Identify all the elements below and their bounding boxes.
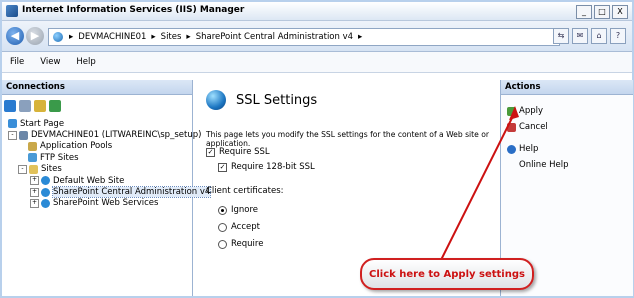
window-title: Internet Information Services (IIS) Mana… [22, 5, 245, 15]
tree-item-sites[interactable]: - Sites [8, 164, 210, 175]
checkbox-label: Require SSL [219, 147, 270, 157]
radio-ignore[interactable]: Ignore [218, 205, 258, 215]
radio-require[interactable]: Require [218, 239, 263, 249]
network-icon[interactable]: ⇆ [553, 28, 569, 44]
client-certificates-label: Client certificates: [206, 186, 284, 196]
tree-label: Default Web Site [53, 175, 125, 186]
collapse-icon[interactable]: - [8, 130, 17, 140]
forward-button[interactable]: ▶ [26, 27, 44, 45]
collapse-icon[interactable]: - [18, 164, 27, 174]
connections-header: Connections [2, 80, 192, 95]
connections-tree: Start Page - DEVMACHINE01 (LITWAREINC\sp… [8, 118, 212, 209]
expand-icon[interactable]: + [30, 176, 39, 186]
back-button[interactable]: ◀ [6, 27, 24, 45]
website-globe-icon [41, 176, 50, 186]
minimize-button[interactable]: _ [576, 5, 592, 19]
title-bar: Internet Information Services (IIS) Mana… [2, 2, 632, 21]
checkbox-checked-icon: ✓ [218, 162, 227, 172]
radio-label: Ignore [231, 205, 259, 215]
ftp-sites-icon [28, 153, 37, 163]
website-globe-icon [41, 187, 50, 197]
breadcrumb-separator: ▸ [151, 32, 156, 42]
breadcrumb-item-sites[interactable]: Sites [158, 32, 185, 42]
breadcrumb[interactable]: ▸ DEVMACHINE01 ▸ Sites ▸ SharePoint Cent… [48, 28, 560, 46]
maximize-button[interactable]: □ [594, 5, 610, 19]
menu-help[interactable]: Help [68, 57, 103, 67]
radio-selected-icon [218, 205, 227, 215]
breadcrumb-item-server[interactable]: DEVMACHINE01 [75, 32, 149, 42]
refresh-icon[interactable] [49, 100, 61, 112]
iis-manager-window: Internet Information Services (IIS) Mana… [0, 0, 634, 298]
radio-label: Accept [231, 222, 260, 232]
mail-icon[interactable]: ✉ [572, 28, 588, 44]
cancel-icon [507, 122, 516, 132]
page-title: SSL Settings [236, 93, 318, 108]
sites-folder-icon [29, 164, 38, 174]
globe-icon [53, 32, 63, 42]
tree-label: Start Page [20, 118, 65, 129]
checkbox-checked-icon: ✓ [206, 147, 215, 157]
breadcrumb-separator: ▸ [358, 32, 363, 42]
expand-icon[interactable]: + [30, 198, 39, 208]
iis-app-icon [6, 5, 18, 17]
apply-icon [507, 106, 516, 116]
tree-item-app-pools[interactable]: Application Pools [8, 141, 210, 152]
connect-icon[interactable] [4, 100, 16, 112]
breadcrumb-item-site[interactable]: SharePoint Central Administration v4 [193, 32, 356, 42]
start-page-icon [8, 119, 17, 129]
help-icon [507, 144, 516, 154]
radio-unselected-icon [218, 222, 227, 232]
action-label: Help [519, 144, 539, 154]
require-128bit-checkbox[interactable]: ✓ Require 128-bit SSL [218, 162, 315, 172]
tree-label: Application Pools [40, 141, 113, 152]
cancel-action[interactable]: Cancel [507, 122, 548, 132]
radio-label: Require [231, 239, 264, 249]
connections-pane: Connections Start Page - DEVMACHINE01 (L… [2, 80, 212, 296]
tree-item-start-page[interactable]: Start Page [8, 118, 210, 129]
callout-bubble: Click here to Apply settings [360, 258, 534, 290]
tree-label: SharePoint Central Administration v4 [51, 186, 212, 199]
page-description: This page lets you modify the SSL settin… [206, 130, 489, 148]
tree-label: SharePoint Web Services [53, 198, 159, 209]
require-ssl-checkbox[interactable]: ✓ Require SSL [206, 147, 270, 157]
help-action[interactable]: Help [507, 144, 538, 154]
tree-item-sharepoint-central-admin[interactable]: + SharePoint Central Administration v4 [8, 186, 212, 199]
tree-item-default-web-site[interactable]: + Default Web Site [8, 175, 210, 186]
breadcrumb-separator: ▸ [186, 32, 191, 42]
actions-header: Actions [501, 80, 633, 95]
close-button[interactable]: X [612, 5, 628, 19]
checkbox-label: Require 128-bit SSL [231, 162, 315, 172]
breadcrumb-separator: ▸ [69, 32, 74, 42]
server-icon [19, 130, 28, 140]
menu-bar: File View Help [2, 52, 632, 73]
help-icon[interactable]: ? [610, 28, 626, 44]
online-help-action[interactable]: Online Help [519, 160, 569, 170]
tree-item-ftp-sites[interactable]: FTP Sites [8, 152, 210, 163]
tree-item-server[interactable]: - DEVMACHINE01 (LITWAREINC\sp_setup) [8, 129, 210, 140]
app-pools-icon [28, 141, 37, 151]
radio-unselected-icon [218, 239, 227, 249]
up-level-icon[interactable] [34, 100, 46, 112]
website-globe-icon [41, 198, 50, 208]
action-label: Cancel [519, 122, 548, 132]
apply-action[interactable]: Apply [507, 106, 543, 116]
menu-file[interactable]: File [2, 57, 32, 67]
home-icon[interactable]: ⌂ [591, 28, 607, 44]
address-bar: ◀ ▶ ▸ DEVMACHINE01 ▸ Sites ▸ SharePoint … [2, 21, 632, 52]
save-icon[interactable] [19, 100, 31, 112]
menu-view[interactable]: View [32, 57, 68, 67]
ssl-globe-icon [206, 90, 226, 110]
tree-item-sharepoint-web-services[interactable]: + SharePoint Web Services [8, 198, 210, 209]
expand-icon[interactable]: + [30, 187, 39, 197]
action-label: Apply [519, 106, 543, 116]
tree-label: Sites [41, 164, 62, 175]
radio-accept[interactable]: Accept [218, 222, 260, 232]
tree-label: DEVMACHINE01 (LITWAREINC\sp_setup) [31, 130, 202, 141]
action-label: Online Help [519, 160, 569, 170]
tree-label: FTP Sites [40, 152, 79, 163]
